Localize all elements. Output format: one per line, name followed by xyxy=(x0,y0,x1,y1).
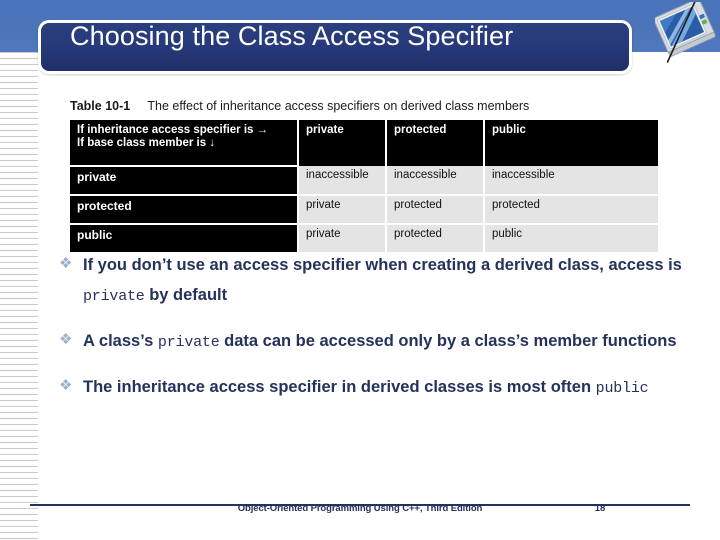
bullet-text-part1: If you don’t use an access specifier whe… xyxy=(83,256,682,274)
bullet-text-part1: The inheritance access specifier in deri… xyxy=(83,378,596,396)
bullet-list: ❖ If you don’t use an access specifier w… xyxy=(58,250,688,418)
table-cell: inaccessible xyxy=(386,166,485,196)
table-stub-line-2: If base class member is ↓ xyxy=(77,137,216,149)
table-col-header-private: private xyxy=(298,120,387,166)
inheritance-access-table: If inheritance access specifier is → If … xyxy=(70,120,658,252)
bullet-text-part1: A class’s xyxy=(83,332,158,350)
table-cell: protected xyxy=(484,195,658,225)
diamond-bullet-icon: ❖ xyxy=(59,377,73,394)
table-cell: private xyxy=(298,224,387,252)
slide: Choosing the Class Access Specifier Tabl… xyxy=(0,0,720,540)
diamond-bullet-icon: ❖ xyxy=(59,331,73,348)
table-cell: public xyxy=(484,224,658,252)
left-stripe-decoration xyxy=(0,52,38,540)
table-row-header: public xyxy=(70,224,299,252)
bullet-text: If you don’t use an access specifier whe… xyxy=(83,250,688,312)
bullet-text: The inheritance access specifier in deri… xyxy=(83,372,688,404)
table-col-header-protected: protected xyxy=(386,120,485,166)
bullet-text-part2: data can be accessed only by a class’s m… xyxy=(219,332,677,350)
bullet-text-part2: by default xyxy=(144,286,228,304)
table-row-header: private xyxy=(70,166,299,196)
table-cell: protected xyxy=(386,224,485,252)
bullet-code-keyword: public xyxy=(595,380,649,397)
table-row: protected private protected protected xyxy=(70,195,658,225)
table-caption: Table 10-1 The effect of inheritance acc… xyxy=(70,98,658,114)
laptop-computer-logo xyxy=(653,0,719,64)
footer-page-number: 18 xyxy=(594,503,606,514)
bullet-code-keyword: private xyxy=(83,288,145,305)
bullet-text: A class’s private data can be accessed o… xyxy=(83,326,688,358)
table-cell: protected xyxy=(386,195,485,225)
list-item: ❖ A class’s private data can be accessed… xyxy=(58,326,688,358)
table-row: private inaccessible inaccessible inacce… xyxy=(70,166,658,196)
list-item: ❖ If you don’t use an access specifier w… xyxy=(58,250,688,312)
list-item: ❖ The inheritance access specifier in de… xyxy=(58,372,688,404)
table-caption-label: Table 10-1 xyxy=(70,99,131,113)
table-caption-text: The effect of inheritance access specifi… xyxy=(147,99,530,113)
table-stub-line-1: If inheritance access specifier is → xyxy=(77,124,269,136)
table-row-header: protected xyxy=(70,195,299,225)
table-col-header-public: public xyxy=(484,120,658,166)
diamond-bullet-icon: ❖ xyxy=(59,255,73,272)
table-row: public private protected public xyxy=(70,224,658,252)
table-stub-cell: If inheritance access specifier is → If … xyxy=(70,120,299,167)
inheritance-access-table-block: Table 10-1 The effect of inheritance acc… xyxy=(70,98,658,252)
table-header-row: If inheritance access specifier is → If … xyxy=(70,120,658,167)
table-cell: inaccessible xyxy=(298,166,387,196)
page-title: Choosing the Class Access Specifier xyxy=(70,21,514,51)
table-cell: inaccessible xyxy=(484,166,658,196)
bullet-code-keyword: private xyxy=(157,334,220,351)
table-cell: private xyxy=(298,195,387,225)
